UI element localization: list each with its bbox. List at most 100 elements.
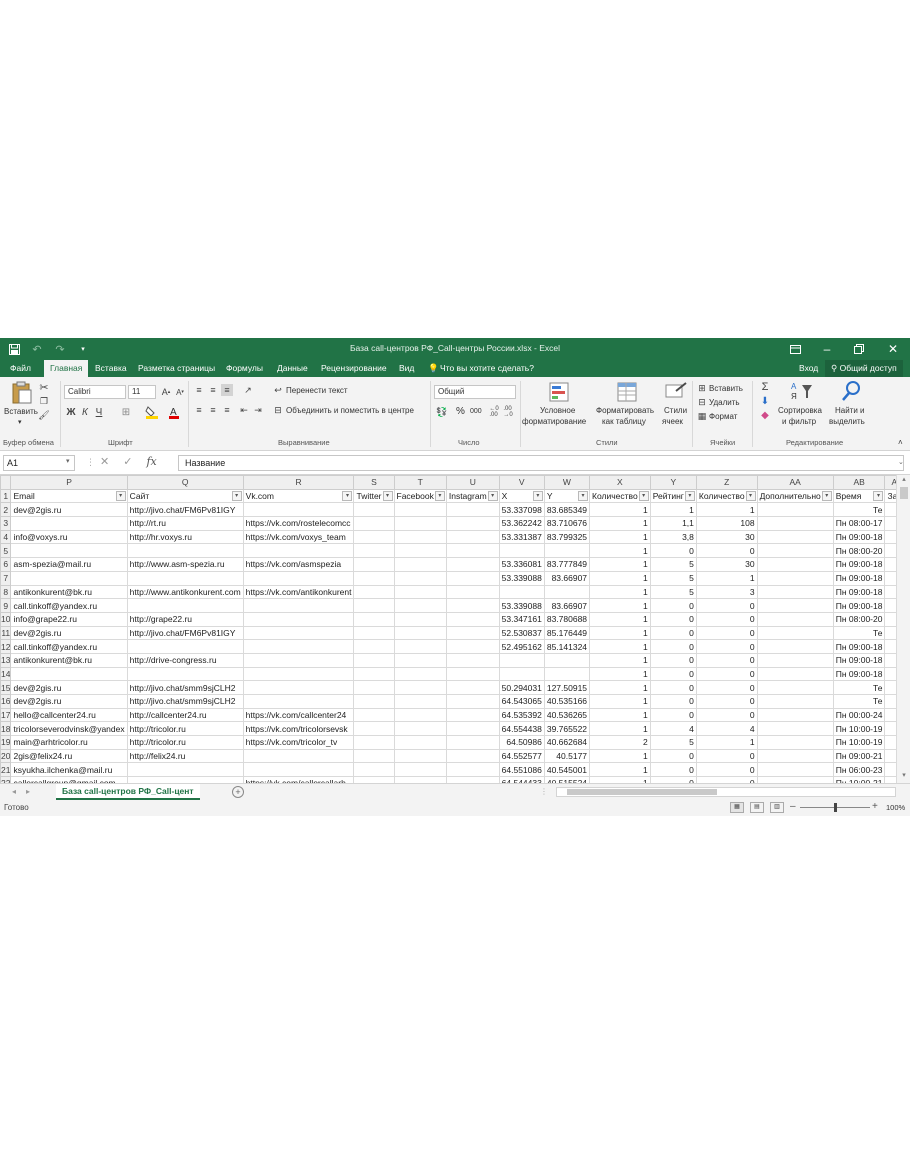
tab-file[interactable]: Файл [10,360,31,377]
cell[interactable] [445,694,500,709]
accounting-format-icon[interactable]: 💱 [434,405,450,419]
cell[interactable] [884,502,896,518]
cell[interactable]: 40.662684 [543,735,591,750]
cell[interactable] [498,584,545,600]
cell[interactable] [353,762,395,778]
cell[interactable] [884,557,896,572]
cell[interactable]: 0 [649,666,697,682]
row-header[interactable]: 5 [0,543,12,559]
cell[interactable] [884,652,896,668]
row-header[interactable]: 19 [0,735,12,750]
zoom-slider-knob[interactable] [834,803,837,812]
find-select-icon[interactable] [840,380,864,402]
cell[interactable] [242,598,355,613]
cell[interactable]: 5 [649,557,697,572]
insert-cells-icon[interactable]: ⊞ [696,382,708,394]
cell[interactable]: main@arhtricolor.ru [10,735,128,750]
cell[interactable] [393,652,447,668]
cell[interactable] [756,721,834,737]
filter-dropdown-icon[interactable]: ▾ [638,490,649,501]
cell[interactable] [445,516,500,531]
cell[interactable]: 0 [695,680,758,695]
sort-filter-label-1[interactable]: Сортировка [778,406,822,415]
normal-view-icon[interactable]: ▦ [730,802,744,813]
cell[interactable] [756,748,834,764]
cell[interactable]: 83.685349 [543,502,591,518]
zoom-level[interactable]: 100% [886,803,905,812]
header-cell[interactable]: Сайт ▾ [126,488,244,504]
cell[interactable]: dev@2gis.ru [10,625,128,641]
filter-dropdown-icon[interactable]: ▾ [821,490,832,501]
filter-dropdown-icon[interactable]: ▾ [532,490,543,501]
sort-filter-label-2[interactable]: и фильтр [782,417,816,426]
filter-dropdown-icon[interactable]: ▾ [434,490,445,501]
cell[interactable] [884,639,896,654]
row-header[interactable]: 8 [0,584,12,600]
delete-cells-icon[interactable]: ⊟ [696,396,708,408]
cell[interactable] [445,721,500,737]
cell[interactable]: 64.50986 [498,735,545,750]
cell[interactable] [242,543,355,559]
sheet-nav-arrows[interactable]: ◂▸ [12,787,40,796]
format-cells-button[interactable]: Формат [709,412,737,421]
column-header-y[interactable]: Y [649,475,697,490]
cell[interactable]: http://drive-congress.ru [126,652,244,668]
font-name-select[interactable]: Calibri [64,385,126,399]
cell[interactable] [353,680,395,695]
cell[interactable] [242,762,355,778]
cell[interactable] [756,516,834,531]
cell[interactable] [756,570,834,586]
cell[interactable] [353,707,395,723]
cell[interactable] [126,639,244,654]
cell[interactable]: 2gis@felix24.ru [10,748,128,764]
cell[interactable]: http://jivo.chat/smm9sjCLH2 [126,694,244,709]
cell[interactable]: call.tinkoff@yandex.ru [10,598,128,613]
cell[interactable]: 53.337098 [498,502,545,518]
sheet-tab-active[interactable]: База call-центров РФ_Call-цент [56,784,200,800]
underline-button[interactable]: Ч [94,405,104,419]
name-box-dropdown-icon[interactable]: ▾ [66,457,70,465]
cell[interactable]: Пн 09:00-18 [832,652,886,668]
cell[interactable] [353,611,395,627]
cell[interactable]: https://vk.com/rostelecomcc [242,516,355,531]
cell[interactable]: http://jivo.chat/FM6Pv81IGY [126,502,244,518]
row-header[interactable]: 2 [0,502,12,518]
align-left-icon[interactable]: ≡ [193,404,205,416]
cell[interactable]: 64.552577 [498,748,545,764]
font-size-select[interactable]: 11 [128,385,156,399]
column-header-t[interactable]: T [393,475,447,490]
decrease-font-icon[interactable]: A ▾ [174,385,186,399]
cell[interactable] [445,707,500,723]
cell[interactable] [756,680,834,695]
select-all-corner[interactable] [0,475,12,490]
cell[interactable]: 5 [649,735,697,750]
cell[interactable] [884,598,896,613]
cell[interactable] [884,529,896,545]
cell-styles-label-1[interactable]: Стили [664,406,687,415]
cell[interactable] [393,570,447,586]
horizontal-scrollbar[interactable] [556,787,896,797]
header-cell[interactable]: Twitter ▾ [353,488,395,504]
cell[interactable]: 83.780688 [543,611,591,627]
cell[interactable] [10,516,128,531]
sort-filter-icon[interactable]: АЯ [790,380,814,402]
cell[interactable]: 0 [649,598,697,613]
cell[interactable]: 1 [589,529,651,545]
cell[interactable] [756,543,834,559]
header-cell[interactable]: За [884,488,896,504]
cell[interactable]: 0 [649,694,697,709]
tell-me-icon[interactable]: 💡 [428,360,439,377]
find-select-label-2[interactable]: выделить [829,417,865,426]
row-header[interactable]: 3 [0,516,12,531]
header-cell[interactable]: Количество ▾ [589,488,651,504]
cell[interactable]: 53.362242 [498,516,545,531]
cell[interactable] [393,721,447,737]
align-right-icon[interactable]: ≡ [221,404,233,416]
cell[interactable]: Те [832,680,886,695]
cell[interactable]: Пн 09:00-18 [832,598,886,613]
cell[interactable]: 1 [589,625,651,641]
formula-input[interactable]: Название [178,455,904,471]
cell[interactable] [498,543,545,559]
cell[interactable]: 83.777849 [543,557,591,572]
cell[interactable]: 0 [695,639,758,654]
